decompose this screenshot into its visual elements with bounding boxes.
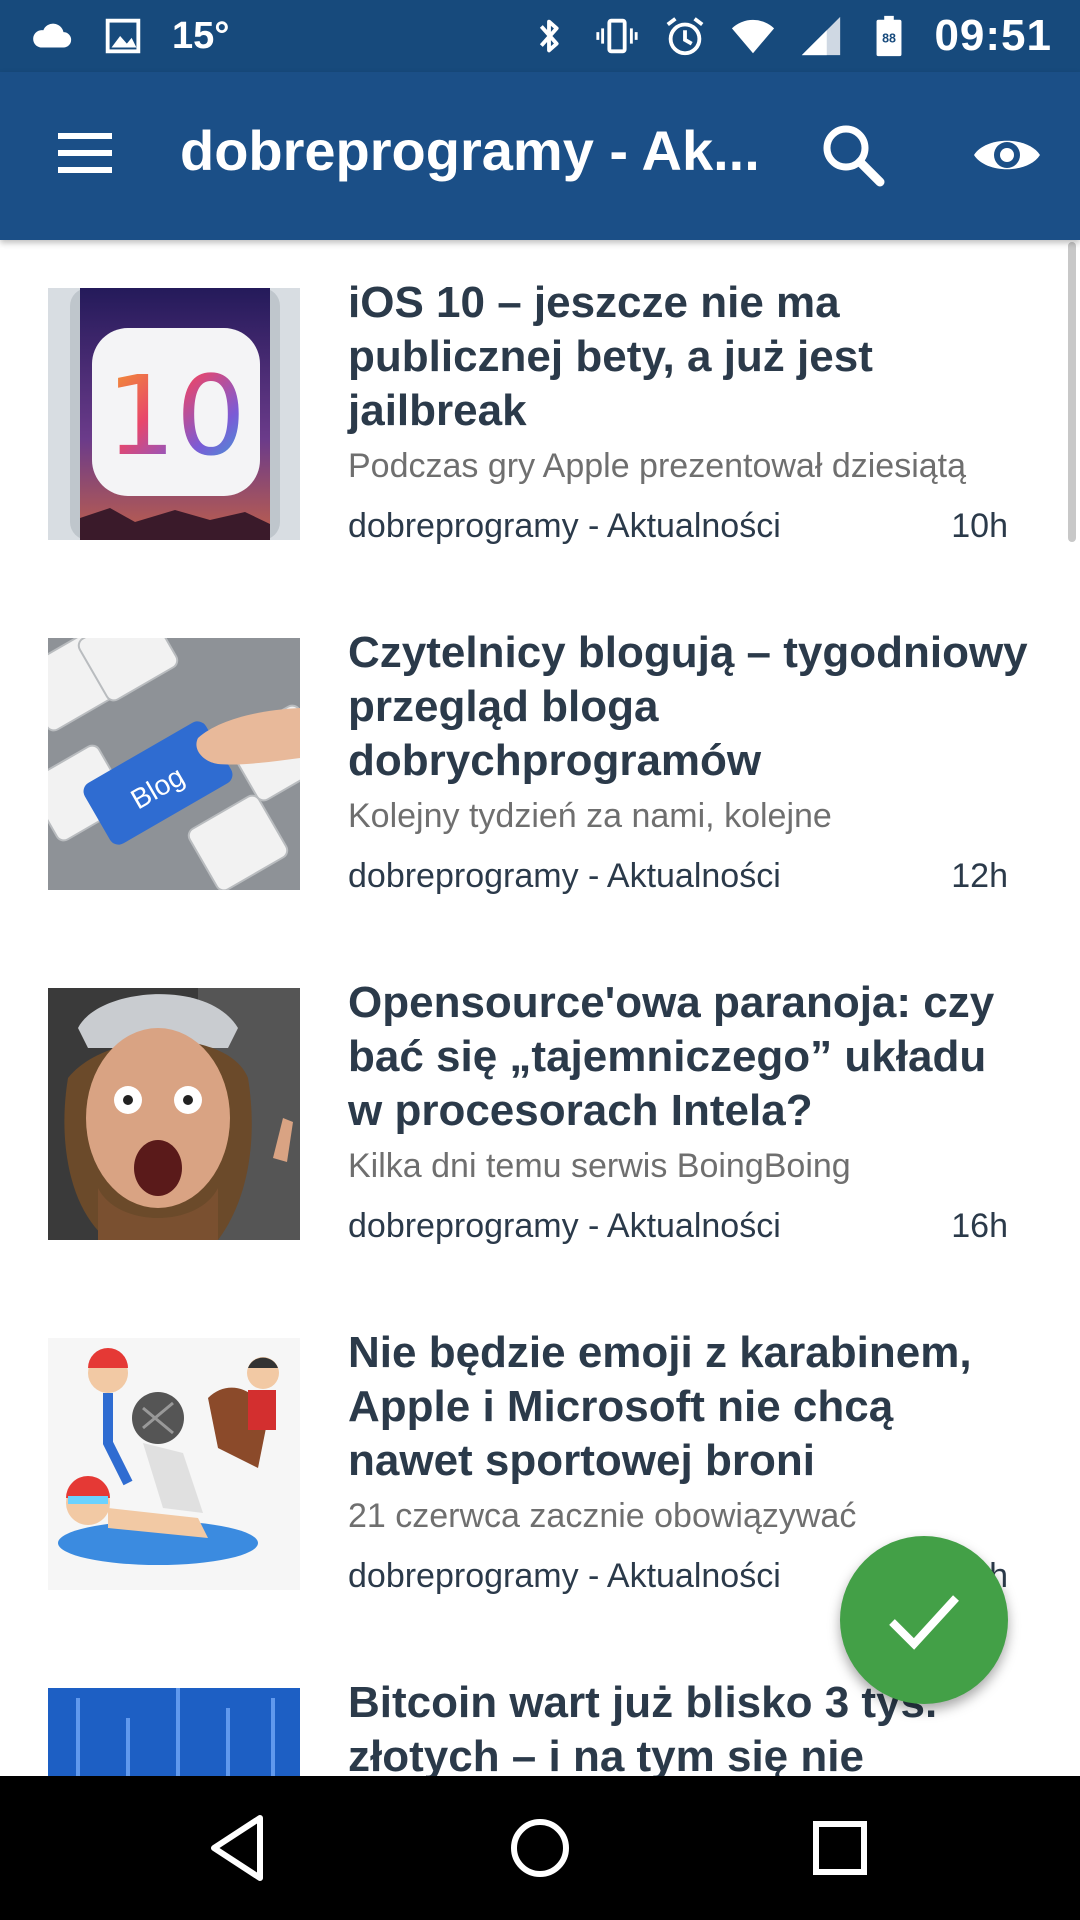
vibrate-icon <box>594 13 640 59</box>
cloud-icon <box>28 13 74 59</box>
battery-icon: 88 <box>866 13 912 59</box>
menu-icon[interactable] <box>54 122 116 184</box>
article-thumbnail: 10 <box>48 288 300 540</box>
bluetooth-icon <box>526 13 572 59</box>
article-thumbnail: Blog <box>48 638 300 890</box>
screen: 15° 88 09:51 dobreprogramy - Ak... 10 iO… <box>0 0 1080 1920</box>
status-bar-right: 88 09:51 <box>526 0 1052 72</box>
temperature: 15° <box>172 14 230 57</box>
article-age: 12h <box>951 857 1008 895</box>
clock: 09:51 <box>934 11 1052 60</box>
recents-icon[interactable] <box>798 1806 882 1890</box>
article-thumbnail <box>48 988 300 1240</box>
article-title[interactable]: iOS 10 – jeszcze nie ma publicznej bety,… <box>348 276 1028 438</box>
image-icon <box>100 13 146 59</box>
article-age: 16h <box>951 1207 1008 1245</box>
app-toolbar: dobreprogramy - Ak... <box>0 72 1080 240</box>
list-item[interactable]: Opensource'owa paranoja: czy bać się „ta… <box>0 940 1080 1290</box>
alarm-icon <box>662 13 708 59</box>
wifi-icon <box>730 13 776 59</box>
battery-level: 88 <box>883 32 897 46</box>
back-icon[interactable] <box>198 1806 282 1890</box>
article-title[interactable]: Nie będzie emoji z karabinem, Apple i Mi… <box>348 1326 1028 1488</box>
status-bar: 15° 88 09:51 <box>0 0 1080 72</box>
article-source: dobreprogramy - Aktualności <box>348 1557 781 1595</box>
article-thumbnail <box>48 1338 300 1590</box>
status-bar-left: 15° <box>28 0 229 72</box>
article-description: Podczas gry Apple prezentował dziesiątą <box>348 447 967 485</box>
article-title[interactable]: Opensource'owa paranoja: czy bać się „ta… <box>348 976 1028 1138</box>
thumbnail-text: 10 <box>106 352 246 480</box>
signal-icon <box>798 13 844 59</box>
article-age: 10h <box>951 507 1008 545</box>
article-source: dobreprogramy - Aktualności <box>348 857 781 895</box>
article-title[interactable]: Czytelnicy blogują – tygodniowy przegląd… <box>348 626 1028 788</box>
mark-all-read-button[interactable] <box>840 1536 1008 1704</box>
scrollbar[interactable] <box>1068 242 1076 542</box>
article-description: Kilka dni temu serwis BoingBoing <box>348 1147 851 1185</box>
list-item[interactable]: Blog Czytelnicy blogują – tygodniowy prz… <box>0 590 1080 940</box>
list-item[interactable]: 10 iOS 10 – jeszcze nie ma publicznej be… <box>0 240 1080 590</box>
article-thumbnail <box>48 1688 300 1776</box>
eye-icon[interactable] <box>972 120 1042 190</box>
article-description: Kolejny tydzień za nami, kolejne <box>348 797 832 835</box>
search-icon[interactable] <box>818 120 888 190</box>
toolbar-title: dobreprogramy - Ak... <box>180 119 760 182</box>
article-source: dobreprogramy - Aktualności <box>348 507 781 545</box>
article-source: dobreprogramy - Aktualności <box>348 1207 781 1245</box>
article-description: 21 czerwca zacznie obowiązywać <box>348 1497 857 1535</box>
check-icon <box>889 1595 959 1650</box>
navigation-bar <box>0 1776 1080 1920</box>
home-icon[interactable] <box>498 1806 582 1890</box>
